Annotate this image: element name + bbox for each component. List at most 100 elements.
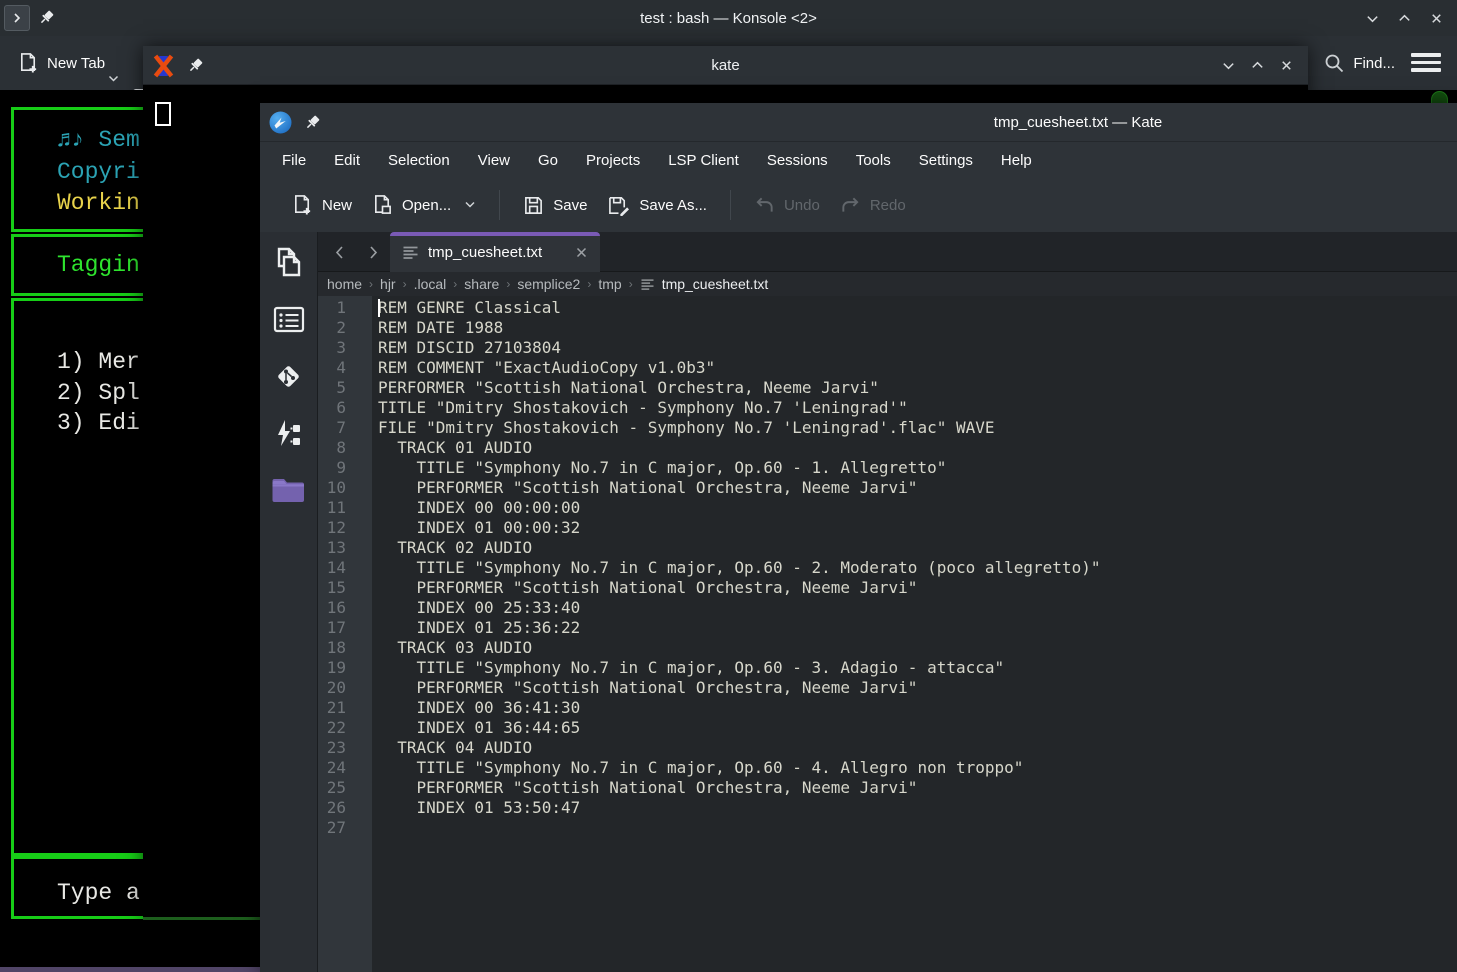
close-button[interactable] (1279, 58, 1294, 73)
sidebar-lsp-client-icon[interactable] (269, 415, 309, 451)
undo-icon (754, 195, 775, 215)
breadcrumb-segment[interactable]: share (460, 275, 503, 293)
line-text[interactable]: PERFORMER "Scottish National Orchestra, … (372, 778, 1457, 798)
line-text[interactable]: INDEX 01 00:00:32 (372, 518, 1457, 538)
breadcrumb-segment[interactable]: .local (410, 275, 451, 293)
line-number: 1 (318, 298, 372, 318)
kate-titlebar[interactable]: tmp_cuesheet.txt — Kate (260, 103, 1457, 142)
kate-launcher-titlebar[interactable]: kate (143, 46, 1308, 85)
maximize-button[interactable] (1395, 9, 1413, 27)
tab-back-button[interactable] (322, 232, 356, 272)
line-text[interactable]: FILE "Dmitry Shostakovich - Symphony No.… (372, 418, 1457, 438)
editor-line: 27 (318, 818, 1457, 838)
minimize-button[interactable] (1363, 9, 1381, 27)
line-text[interactable]: TRACK 02 AUDIO (372, 538, 1457, 558)
toolbar-button-label: Redo (870, 197, 906, 214)
sidebar-git-icon[interactable] (269, 358, 309, 394)
toolbar-button-label: New (322, 197, 352, 214)
new-button[interactable]: New (282, 186, 362, 224)
line-text[interactable]: INDEX 01 36:44:65 (372, 718, 1457, 738)
minimize-button[interactable] (1221, 58, 1236, 73)
tui-tagging-label: Taggin (57, 251, 140, 279)
line-text[interactable]: TITLE "Symphony No.7 in C major, Op.60 -… (372, 758, 1457, 778)
kate-sidebar (260, 232, 318, 972)
sidebar-filesystem-folder-icon[interactable] (269, 472, 309, 508)
tab-forward-button[interactable] (356, 232, 390, 272)
editor-line: 5PERFORMER "Scottish National Orchestra,… (318, 378, 1457, 398)
line-number: 8 (318, 438, 372, 458)
editor-line: 14 TITLE "Symphony No.7 in C major, Op.6… (318, 558, 1457, 578)
new-tab-button[interactable]: New Tab (12, 43, 111, 83)
save-icon (523, 195, 544, 216)
line-text[interactable]: INDEX 01 25:36:22 (372, 618, 1457, 638)
pin-icon[interactable] (304, 114, 321, 131)
kate-menubar: FileEditSelectionViewGoProjectsLSP Clien… (268, 142, 1457, 178)
menu-view[interactable]: View (464, 145, 524, 176)
line-text[interactable]: TITLE "Symphony No.7 in C major, Op.60 -… (372, 658, 1457, 678)
terminal-purple-strip (0, 967, 260, 972)
line-number: 10 (318, 478, 372, 498)
hamburger-menu-icon[interactable] (1411, 53, 1441, 72)
line-text[interactable]: REM DISCID 27103804 (372, 338, 1457, 358)
text-caret (378, 299, 380, 317)
breadcrumb-segment[interactable]: tmp_cuesheet.txt (636, 275, 773, 293)
find-button[interactable]: Find... (1323, 43, 1395, 83)
line-text[interactable]: TITLE "Dmitry Shostakovich - Symphony No… (372, 398, 1457, 418)
line-text[interactable]: REM COMMENT "ExactAudioCopy v1.0b3" (372, 358, 1457, 378)
menu-sessions[interactable]: Sessions (753, 145, 842, 176)
save-button[interactable]: Save (513, 187, 597, 224)
line-text[interactable]: TRACK 03 AUDIO (372, 638, 1457, 658)
editor-line: 15 PERFORMER "Scottish National Orchestr… (318, 578, 1457, 598)
line-text[interactable] (372, 818, 1457, 838)
line-text[interactable]: TRACK 01 AUDIO (372, 438, 1457, 458)
line-text[interactable]: PERFORMER "Scottish National Orchestra, … (372, 378, 1457, 398)
tui-banner-working: Workin (57, 189, 140, 217)
open-button[interactable]: Open... (362, 186, 486, 224)
line-text[interactable]: INDEX 01 53:50:47 (372, 798, 1457, 818)
menu-tools[interactable]: Tools (842, 145, 905, 176)
breadcrumb-segment[interactable]: hjr (376, 275, 400, 293)
line-text[interactable]: PERFORMER "Scottish National Orchestra, … (372, 678, 1457, 698)
menu-help[interactable]: Help (987, 145, 1046, 176)
menu-lsp-client[interactable]: LSP Client (654, 145, 753, 176)
sidebar-symbols-list-icon[interactable] (269, 301, 309, 337)
chevron-down-icon[interactable] (460, 201, 476, 209)
kate-main-area: tmp_cuesheet.txt home›hjr›.local›share›s… (260, 232, 1457, 972)
editor-line: 20 PERFORMER "Scottish National Orchestr… (318, 678, 1457, 698)
editor-view[interactable]: 1REM GENRE Classical2REM DATE 19883REM D… (318, 296, 1457, 972)
find-label: Find... (1353, 55, 1395, 72)
line-number: 12 (318, 518, 372, 538)
line-text[interactable]: TRACK 04 AUDIO (372, 738, 1457, 758)
sidebar-documents-icon[interactable] (269, 244, 309, 280)
breadcrumb-segment[interactable]: semplice2 (513, 275, 584, 293)
line-text[interactable]: INDEX 00 36:41:30 (372, 698, 1457, 718)
menu-go[interactable]: Go (524, 145, 572, 176)
new-tab-icon (18, 52, 39, 74)
menu-projects[interactable]: Projects (572, 145, 654, 176)
maximize-button[interactable] (1250, 58, 1265, 73)
document-tab[interactable]: tmp_cuesheet.txt (390, 232, 600, 272)
line-text[interactable]: REM GENRE Classical (372, 298, 1457, 318)
line-number: 16 (318, 598, 372, 618)
tab-close-icon[interactable] (575, 246, 588, 259)
line-text[interactable]: INDEX 00 25:33:40 (372, 598, 1457, 618)
save-as-button[interactable]: Save As... (597, 187, 717, 224)
line-text[interactable]: REM DATE 1988 (372, 318, 1457, 338)
line-text[interactable]: TITLE "Symphony No.7 in C major, Op.60 -… (372, 458, 1457, 478)
close-button[interactable] (1427, 9, 1445, 27)
editor-line: 17 INDEX 01 25:36:22 (318, 618, 1457, 638)
editor-line: 25 PERFORMER "Scottish National Orchestr… (318, 778, 1457, 798)
menu-file[interactable]: File (268, 145, 320, 176)
menu-selection[interactable]: Selection (374, 145, 464, 176)
breadcrumb-segment[interactable]: tmp (594, 275, 625, 293)
menu-settings[interactable]: Settings (905, 145, 987, 176)
line-text[interactable]: PERFORMER "Scottish National Orchestra, … (372, 578, 1457, 598)
menu-edit[interactable]: Edit (320, 145, 374, 176)
line-text[interactable]: TITLE "Symphony No.7 in C major, Op.60 -… (372, 558, 1457, 578)
line-text[interactable]: PERFORMER "Scottish National Orchestra, … (372, 478, 1457, 498)
konsole-titlebar[interactable]: test : bash — Konsole <2> (0, 0, 1457, 36)
editor-line: 26 INDEX 01 53:50:47 (318, 798, 1457, 818)
breadcrumb-segment[interactable]: home (323, 275, 366, 293)
line-text[interactable]: INDEX 00 00:00:00 (372, 498, 1457, 518)
kate-app-icon (269, 111, 292, 134)
